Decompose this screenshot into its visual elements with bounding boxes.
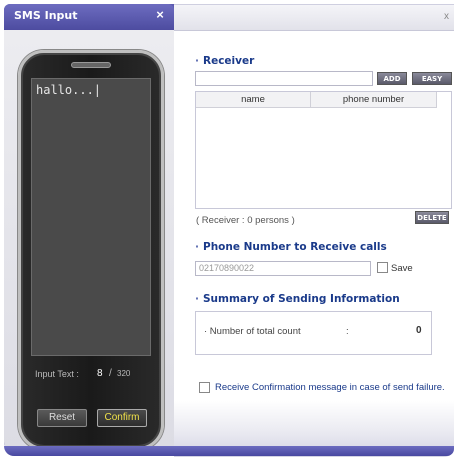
bullet-icon: · <box>195 241 199 253</box>
input-text-label: Input Text : <box>35 369 79 379</box>
input-count-max: 320 <box>117 369 131 378</box>
receiver-table[interactable]: name phone number <box>195 91 452 209</box>
bullet-icon: · <box>195 293 199 305</box>
receiver-title: · Receiver <box>195 55 255 67</box>
window-bottom-bar <box>4 446 454 456</box>
phone-speaker-icon <box>71 62 111 68</box>
total-count-colon: : <box>346 326 349 337</box>
summary-box: · Number of total count : 0 <box>195 311 432 355</box>
sms-input-tab[interactable]: SMS Input × <box>4 4 174 30</box>
sms-input-panel: SMS Input × hallo...| Input Text : 8 / 3… <box>4 4 174 456</box>
summary-title: · Summary of Sending Information <box>195 293 400 305</box>
phone-screen: hallo...| <box>31 78 151 356</box>
confirm-on-failure-label: Receive Confirmation message in case of … <box>215 382 445 393</box>
save-label: Save <box>391 263 413 274</box>
receiver-count: ( Receiver : 0 persons ) <box>196 215 295 226</box>
total-count-label: · Number of total count <box>204 326 301 337</box>
reset-button[interactable]: Reset <box>37 409 87 427</box>
sms-options-panel: x ·Receiver ADD EASY ADD name phone numb… <box>174 4 454 457</box>
close-icon[interactable]: × <box>152 7 168 23</box>
confirm-on-failure-checkbox[interactable] <box>199 382 210 393</box>
input-count-current: 8 <box>97 368 103 379</box>
message-textarea[interactable]: hallo...| <box>36 83 148 353</box>
column-header-phone-number[interactable]: phone number <box>311 92 437 108</box>
save-checkbox[interactable] <box>377 262 388 273</box>
close-icon[interactable]: x <box>444 11 449 22</box>
total-count-value: 0 <box>416 325 422 336</box>
confirm-button[interactable]: Confirm <box>97 409 147 427</box>
bullet-icon: · <box>195 55 199 67</box>
callback-title: · Phone Number to Receive calls <box>195 241 387 253</box>
right-topbar: x <box>174 5 454 31</box>
input-count-separator: / <box>109 368 112 379</box>
add-button[interactable]: ADD <box>377 72 407 85</box>
tab-title: SMS Input <box>14 9 78 22</box>
phone-device: hallo...| Input Text : 8 / 320 Reset Con… <box>18 50 164 450</box>
callback-number-field[interactable]: 02170890022 <box>195 261 371 276</box>
easy-add-button[interactable]: EASY ADD <box>412 72 452 96</box>
column-header-name[interactable]: name <box>196 92 311 108</box>
receiver-input[interactable] <box>195 71 373 86</box>
delete-button[interactable]: DELETE <box>415 211 449 224</box>
